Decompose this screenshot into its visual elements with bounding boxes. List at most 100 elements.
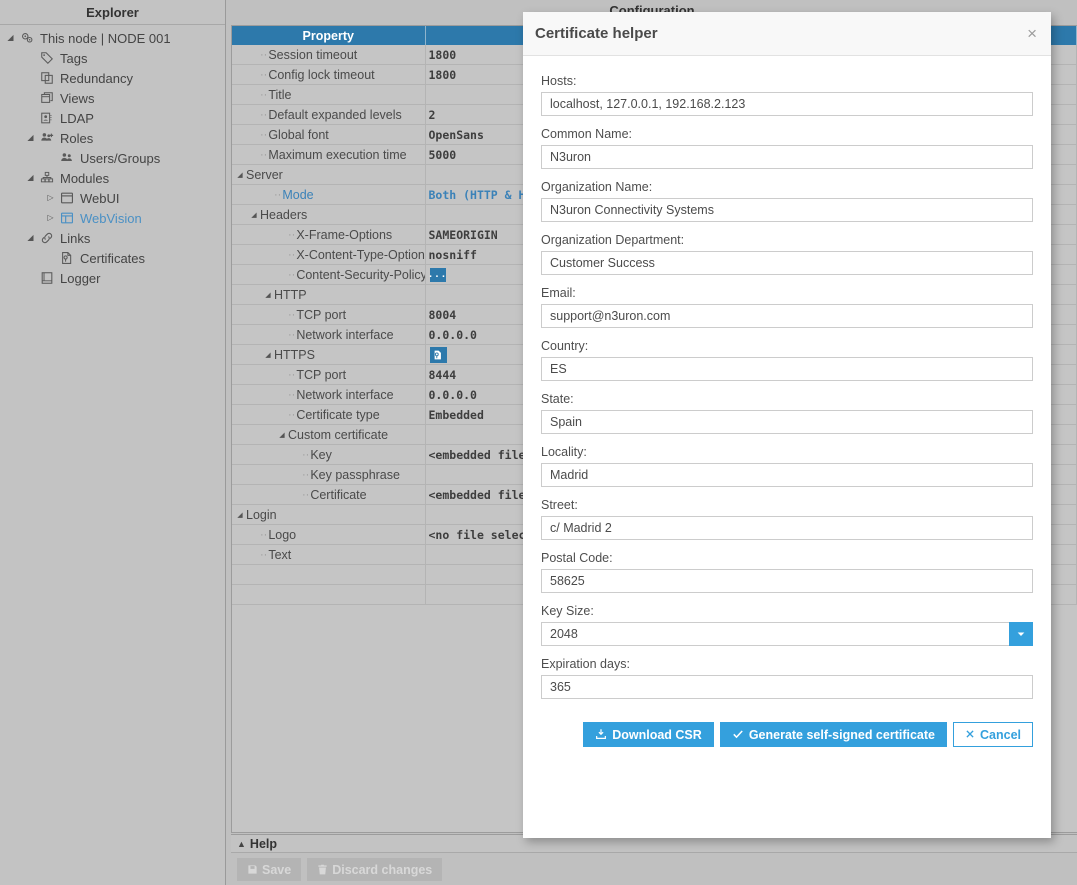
certificate-helper-icon[interactable] — [429, 346, 447, 363]
property-label: Certificate — [310, 487, 367, 502]
property-name-cell[interactable]: ·· Title — [232, 84, 426, 105]
tree-guide-dash: ·· — [260, 108, 268, 121]
sidebar-item-modules[interactable]: ◢ Modules — [0, 168, 225, 188]
property-name-cell[interactable]: ·· Config lock timeout — [232, 64, 426, 85]
certificate-icon — [57, 251, 77, 265]
tree-guide-dash: ·· — [288, 328, 296, 341]
property-name-cell[interactable]: ·· TCP port — [232, 304, 426, 325]
chevron-down-icon[interactable]: ◢ — [24, 128, 37, 148]
sidebar-item-certificates[interactable]: Certificates — [0, 248, 225, 268]
certificate-helper-dialog: Certificate helper × Hosts: localhost, 12… — [523, 12, 1051, 838]
tree-guide-dash: ·· — [288, 308, 296, 321]
input-locality[interactable]: Madrid — [541, 463, 1033, 487]
property-name-cell[interactable]: ◢ Headers — [232, 204, 426, 225]
trash-icon — [317, 864, 328, 875]
input-street[interactable]: c/ Madrid 2 — [541, 516, 1033, 540]
row-twisty-spacer — [276, 251, 288, 258]
property-name-cell[interactable]: ·· Mode — [232, 184, 426, 205]
property-name-cell[interactable]: ·· Global font — [232, 124, 426, 145]
chevron-right-icon[interactable]: ▷ — [44, 188, 57, 208]
sidebar-item-ldap[interactable]: LDAP — [0, 108, 225, 128]
property-name-cell[interactable]: ·· Maximum execution time — [232, 144, 426, 165]
property-name-cell[interactable]: ·· Default expanded levels — [232, 104, 426, 125]
input-postal-code[interactable]: 58625 — [541, 569, 1033, 593]
property-name-cell[interactable]: ◢ Login — [232, 504, 426, 525]
property-name-cell[interactable]: ·· Key passphrase — [232, 464, 426, 485]
input-hosts[interactable]: localhost, 127.0.0.1, 192.168.2.123 — [541, 92, 1033, 116]
chevron-down-icon[interactable]: ◢ — [234, 511, 246, 519]
column-header-property[interactable]: Property — [232, 26, 426, 45]
windows-icon — [37, 91, 57, 105]
property-name-cell[interactable]: ·· Network interface — [232, 324, 426, 345]
property-label: Key — [310, 447, 332, 462]
chevron-down-icon[interactable]: ◢ — [4, 28, 17, 48]
chevron-down-icon[interactable]: ◢ — [24, 168, 37, 188]
close-icon[interactable]: × — [1013, 25, 1051, 42]
property-name-cell[interactable]: ·· Key — [232, 444, 426, 465]
chevron-right-icon[interactable]: ▷ — [44, 208, 57, 228]
input-organization-name[interactable]: N3uron Connectivity Systems — [541, 198, 1033, 222]
row-twisty-spacer — [290, 491, 302, 498]
input-organization-department[interactable]: Customer Success — [541, 251, 1033, 275]
sidebar-item-links[interactable]: ◢ Links — [0, 228, 225, 248]
tag-icon — [37, 51, 57, 65]
chevron-down-icon[interactable]: ◢ — [276, 431, 288, 439]
property-name-cell[interactable]: ·· X-Frame-Options — [232, 224, 426, 245]
chevron-down-icon[interactable]: ◢ — [262, 291, 274, 299]
sidebar-item-views[interactable]: Views — [0, 88, 225, 108]
chevron-down-icon[interactable]: ◢ — [234, 171, 246, 179]
help-collapse-icon[interactable]: ▲ — [231, 839, 250, 849]
sidebar-item-roles[interactable]: ◢ Roles — [0, 128, 225, 148]
property-name-cell[interactable]: ◢ Custom certificate — [232, 424, 426, 445]
row-twisty-spacer — [248, 51, 260, 58]
property-name-cell[interactable]: ◢ HTTP — [232, 284, 426, 305]
property-name-cell[interactable]: ·· Session timeout — [232, 45, 426, 65]
tree-guide-dash: ·· — [260, 68, 268, 81]
property-name-cell[interactable]: ·· Content-Security-Policy — [232, 264, 426, 285]
chevron-down-icon[interactable]: ◢ — [248, 211, 260, 219]
property-name-cell[interactable]: ·· Text — [232, 544, 426, 565]
property-label: HTTPS — [274, 347, 315, 362]
input-expiration-days[interactable]: 365 — [541, 675, 1033, 699]
property-name-cell[interactable]: ◢ HTTPS — [232, 344, 426, 365]
chevron-down-icon[interactable] — [1009, 622, 1033, 646]
select-value-key-size[interactable]: 2048 — [541, 622, 1009, 646]
sidebar-item-this-node-node-001[interactable]: ◢ This node | NODE 001 — [0, 28, 225, 48]
sidebar-item-logger[interactable]: Logger — [0, 268, 225, 288]
field-organization-name: Organization Name: N3uron Connectivity Sy… — [541, 180, 1033, 222]
download-csr-button[interactable]: Download CSR — [583, 722, 714, 747]
input-country[interactable]: ES — [541, 357, 1033, 381]
input-common-name[interactable]: N3uron — [541, 145, 1033, 169]
cancel-button[interactable]: Cancel — [953, 722, 1033, 747]
sidebar-item-label: Redundancy — [60, 70, 133, 86]
sidebar-item-tags[interactable]: Tags — [0, 48, 225, 68]
sidebar-item-users-groups[interactable]: Users/Groups — [0, 148, 225, 168]
discard-changes-button[interactable]: Discard changes — [307, 858, 443, 881]
generate-self-signed-certificate-button[interactable]: Generate self-signed certificate — [719, 722, 947, 747]
x-icon — [965, 729, 975, 741]
sidebar-item-webvision[interactable]: ▷ WebVision — [0, 208, 225, 228]
select-key-size[interactable]: 2048 — [541, 622, 1033, 646]
sidebar-item-label: Logger — [60, 270, 101, 286]
row-twisty-spacer — [290, 451, 302, 458]
property-name-cell[interactable]: ·· Network interface — [232, 384, 426, 405]
property-name-cell[interactable]: ·· X-Content-Type-Options — [232, 244, 426, 265]
save-button[interactable]: Save — [237, 858, 302, 881]
ellipsis-icon[interactable]: ... — [428, 267, 446, 282]
property-name-cell[interactable]: ·· Certificate type — [232, 404, 426, 425]
input-state[interactable]: Spain — [541, 410, 1033, 434]
property-name-cell[interactable]: ·· TCP port — [232, 364, 426, 385]
field-street: Street: c/ Madrid 2 — [541, 498, 1033, 540]
users-icon — [57, 151, 77, 165]
property-name-cell[interactable]: ◢ Server — [232, 164, 426, 185]
book-icon — [37, 271, 57, 285]
input-email[interactable]: support@n3uron.com — [541, 304, 1033, 328]
sidebar-item-redundancy[interactable]: Redundancy — [0, 68, 225, 88]
sidebar-item-webui[interactable]: ▷ WebUI — [0, 188, 225, 208]
property-name-cell[interactable]: ·· Certificate — [232, 484, 426, 505]
chevron-down-icon[interactable]: ◢ — [24, 228, 37, 248]
chevron-down-icon[interactable]: ◢ — [262, 351, 274, 359]
property-name-cell[interactable]: ·· Logo — [232, 524, 426, 545]
dialog-title: Certificate helper — [535, 25, 658, 42]
users-gear-icon — [37, 131, 57, 145]
